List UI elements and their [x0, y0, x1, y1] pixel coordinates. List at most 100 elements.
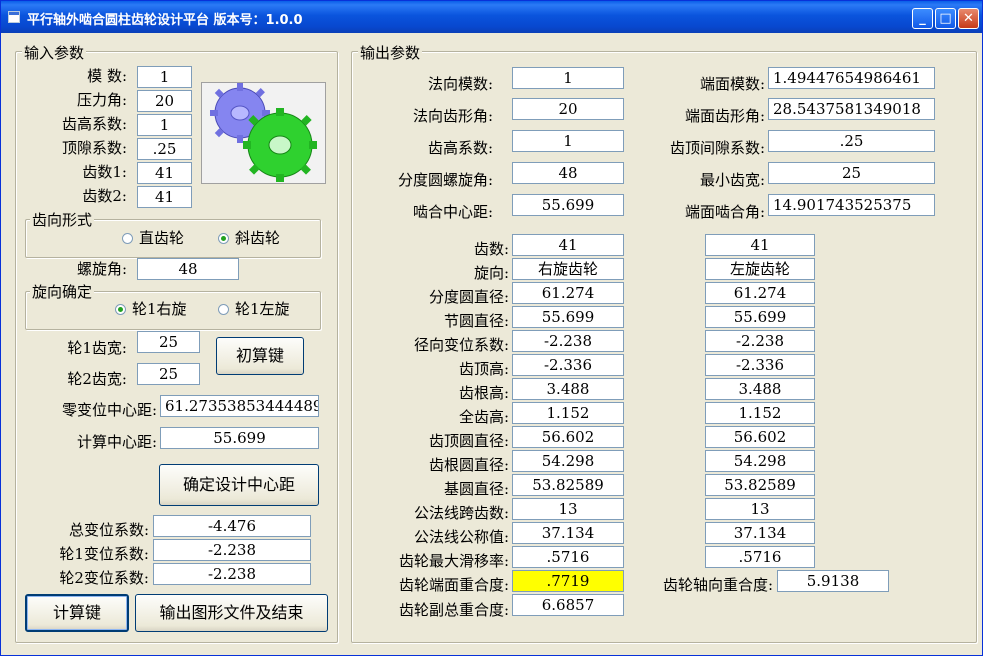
clearance-coef-input[interactable]: .25 — [137, 138, 192, 160]
table-row-label: 基圆直径: — [443, 480, 509, 498]
gears-image — [201, 82, 326, 184]
ref-helix-angle-label: 分度圆螺旋角: — [397, 171, 493, 189]
pressure-angle-input[interactable]: 20 — [137, 90, 192, 112]
gear1-value: 1.152 — [512, 402, 624, 424]
normal-pressure-angle-output: 20 — [512, 98, 624, 120]
app-window: 平行轴外啮合圆柱齿轮设计平台 版本号：1.0.0 _ □ ✕ 输入参数 模 数:… — [0, 0, 983, 656]
gear2-value: -2.238 — [705, 330, 815, 352]
table-row-label: 齿顶高: — [458, 360, 509, 378]
total-contact-label: 齿轮副总重合度: — [398, 601, 509, 619]
gear1-right-hand-radio[interactable]: 轮1右旋 — [115, 298, 187, 319]
center-distance-label: 啮合中心距: — [412, 203, 493, 221]
gear2-value: 54.298 — [705, 450, 815, 472]
table-row-label: 齿顶圆直径: — [428, 432, 509, 450]
gear1-value: -2.336 — [512, 354, 624, 376]
tooth-form-label: 齿向形式 — [30, 209, 95, 230]
transverse-working-angle-label: 端面啮合角: — [684, 203, 765, 221]
gear2-value: 37.134 — [705, 522, 815, 544]
shift1-input[interactable]: -2.238 — [153, 539, 311, 561]
calculate-button[interactable]: 计算键 — [25, 594, 129, 632]
maximize-button[interactable]: □ — [935, 8, 956, 29]
gear2-value: .5716 — [705, 546, 815, 568]
gears-icon — [210, 83, 317, 182]
addendum-coef-input[interactable]: 1 — [137, 114, 192, 136]
gear1-value: 56.602 — [512, 426, 624, 448]
z2-input[interactable]: 41 — [137, 186, 192, 208]
pressure-angle-label: 压力角: — [76, 91, 127, 109]
gear2-value: 61.274 — [705, 282, 815, 304]
zero-shift-center-input[interactable]: 61.27353853444489 — [160, 395, 319, 417]
confirm-center-button[interactable]: 确定设计中心距 — [159, 464, 319, 506]
module-label: 模 数: — [87, 67, 127, 85]
gear2-value: 53.82589 — [705, 474, 815, 496]
calc-center-input[interactable]: 55.699 — [160, 427, 319, 449]
gear1-value: 53.82589 — [512, 474, 624, 496]
gear1-value: .5716 — [512, 546, 624, 568]
initial-calc-button[interactable]: 初算键 — [216, 337, 304, 375]
hand-label: 旋向确定 — [30, 281, 95, 302]
gear1-value: 13 — [512, 498, 624, 520]
title-bar[interactable]: 平行轴外啮合圆柱齿轮设计平台 版本号：1.0.0 _ □ ✕ — [1, 1, 982, 33]
table-row-label: 齿根高: — [458, 384, 509, 402]
export-and-exit-button[interactable]: 输出图形文件及结束 — [135, 594, 328, 632]
transverse-working-angle-output: 14.901743525375 — [768, 194, 935, 216]
gear2-value: 1.152 — [705, 402, 815, 424]
table-row-label: 径向变位系数: — [413, 336, 509, 354]
input-params-label: 输入参数 — [22, 42, 87, 63]
clearance-coef-label: 顶隙系数: — [61, 139, 127, 157]
zero-shift-center-label: 零变位中心距: — [61, 401, 157, 419]
table-row-label: 旋向: — [473, 264, 509, 282]
transverse-pressure-angle-output: 28.5437581349018 — [768, 98, 935, 120]
min-width-output: 25 — [768, 162, 935, 184]
gear2-value: 56.602 — [705, 426, 815, 448]
gear2-value: 13 — [705, 498, 815, 520]
shift2-input[interactable]: -2.238 — [153, 563, 311, 585]
gear1-left-hand-radio[interactable]: 轮1左旋 — [218, 298, 290, 319]
table-row-label: 公法线跨齿数: — [413, 504, 509, 522]
table-row-label: 全齿高: — [458, 408, 509, 426]
table-row-label: 齿根圆直径: — [428, 456, 509, 474]
helix-angle-input[interactable]: 48 — [137, 258, 239, 280]
width2-label: 轮2齿宽: — [67, 370, 127, 388]
output-params-label: 输出参数 — [358, 42, 423, 63]
gear2-icon — [243, 108, 317, 182]
transverse-module-output: 1.49447654986461 — [768, 67, 935, 89]
gear1-value: -2.238 — [512, 330, 624, 352]
radio-dot-icon — [122, 232, 133, 244]
minimize-button[interactable]: _ — [912, 8, 933, 29]
total-shift-label: 总变位系数: — [68, 521, 149, 539]
width2-input[interactable]: 25 — [137, 363, 200, 385]
radio-dot-icon — [218, 303, 229, 315]
gear2-value: 左旋齿轮 — [705, 258, 815, 280]
radio-dot-selected-icon — [218, 232, 229, 244]
total-shift-input[interactable]: -4.476 — [153, 515, 311, 537]
z1-label: 齿数1: — [82, 163, 127, 181]
total-contact-output: 6.6857 — [512, 594, 624, 616]
width1-input[interactable]: 25 — [137, 331, 200, 353]
spur-gear-radio[interactable]: 直齿轮 — [122, 227, 184, 248]
table-row-label: 公法线公称值: — [413, 528, 509, 546]
normal-module-output: 1 — [512, 67, 624, 89]
close-button[interactable]: ✕ — [958, 8, 979, 29]
module-input[interactable]: 1 — [137, 66, 192, 88]
gear2-value: 41 — [705, 234, 815, 256]
helical-gear-radio[interactable]: 斜齿轮 — [218, 227, 280, 248]
shift1-label: 轮1变位系数: — [59, 545, 149, 563]
calc-center-label: 计算中心距: — [76, 433, 157, 451]
gear2-value: -2.336 — [705, 354, 815, 376]
z1-input[interactable]: 41 — [137, 162, 192, 184]
gear1-value: 3.488 — [512, 378, 624, 400]
table-row-label: 分度圆直径: — [428, 288, 509, 306]
center-distance-output: 55.699 — [512, 194, 624, 216]
axial-contact-label: 齿轮轴向重合度: — [662, 576, 773, 594]
out-addendum-coef-label: 齿高系数: — [427, 139, 493, 157]
normal-module-label: 法向模数: — [427, 75, 493, 93]
out-addendum-coef-output: 1 — [512, 130, 624, 152]
helix-angle-label: 螺旋角: — [76, 260, 127, 278]
z2-label: 齿数2: — [82, 187, 127, 205]
width1-label: 轮1齿宽: — [67, 339, 127, 357]
gear2-value: 3.488 — [705, 378, 815, 400]
window-title: 平行轴外啮合圆柱齿轮设计平台 版本号：1.0.0 — [27, 13, 303, 28]
min-width-label: 最小齿宽: — [699, 171, 765, 189]
gear1-value: 55.699 — [512, 306, 624, 328]
